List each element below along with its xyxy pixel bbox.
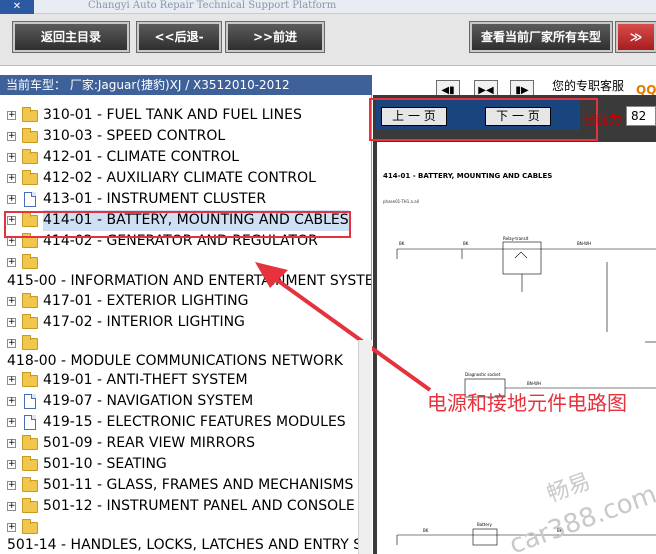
tree-item-label: 501-11 - GLASS, FRAMES AND MECHANISMS bbox=[43, 477, 354, 493]
tree-item[interactable]: +501-12 - INSTRUMENT PANEL AND CONSOLE bbox=[0, 496, 360, 517]
wire-bk-2: BK bbox=[463, 241, 469, 246]
folder-icon bbox=[22, 170, 38, 185]
folder-icon bbox=[22, 498, 38, 513]
expand-icon[interactable]: + bbox=[7, 174, 16, 183]
expand-icon[interactable]: + bbox=[7, 111, 16, 120]
tree-item-label: 501-09 - REAR VIEW MIRRORS bbox=[43, 435, 256, 451]
tree-item-label: 417-01 - EXTERIOR LIGHTING bbox=[43, 293, 249, 309]
back-button[interactable]: <<后退- bbox=[136, 21, 222, 53]
folder-icon bbox=[22, 435, 38, 450]
home-button[interactable]: 返回主目录 bbox=[12, 21, 130, 53]
tree-item-label: 419-15 - ELECTRONIC FEATURES MODULES bbox=[43, 414, 346, 430]
expand-icon[interactable]: + bbox=[7, 237, 16, 246]
expand-icon[interactable]: + bbox=[7, 153, 16, 162]
tree-item[interactable]: +310-03 - SPEED CONTROL bbox=[0, 126, 360, 147]
document-title: 414-01 - BATTERY, MOUNTING AND CABLES bbox=[383, 172, 553, 180]
relay-label: Relay-transit bbox=[503, 236, 529, 241]
tree-item-label: 419-01 - ANTI-THEFT SYSTEM bbox=[43, 372, 248, 388]
tree-item[interactable]: +412-01 - CLIMATE CONTROL bbox=[0, 147, 360, 168]
tree-item-label: 413-01 - INSTRUMENT CLUSTER bbox=[43, 191, 267, 207]
annotation-arrow-icon bbox=[255, 262, 432, 392]
tree-item-label: 417-02 - INTERIOR LIGHTING bbox=[43, 314, 245, 330]
highlight-box bbox=[4, 211, 351, 238]
tree-item[interactable]: +413-01 - INSTRUMENT CLUSTER bbox=[0, 189, 360, 210]
service-label: 您的专职客服 bbox=[552, 79, 625, 93]
folder-icon bbox=[22, 314, 38, 329]
expand-icon[interactable]: + bbox=[7, 132, 16, 141]
wire-bk-3: BK bbox=[423, 528, 429, 533]
expand-icon[interactable]: + bbox=[7, 460, 16, 469]
tree-item[interactable]: 501-14 - HANDLES, LOCKS, LATCHES AND ENT… bbox=[0, 535, 371, 554]
tree-item-label: 310-01 - FUEL TANK AND FUEL LINES bbox=[43, 107, 302, 123]
all-models-button[interactable]: 查看当前厂家所有车型 bbox=[469, 21, 613, 53]
folder-icon bbox=[22, 519, 38, 534]
expand-icon[interactable]: + bbox=[7, 397, 16, 406]
tree-item-label: 310-03 - SPEED CONTROL bbox=[43, 128, 226, 144]
expand-icon[interactable]: + bbox=[7, 439, 16, 448]
pager-highlight-box bbox=[369, 98, 598, 141]
current-model-bar: 当前车型： 厂家:Jaguar(捷豹)XJ / X3512010-2012 bbox=[0, 75, 372, 95]
folder-icon bbox=[22, 254, 38, 269]
folder-icon bbox=[22, 293, 38, 308]
tree-item[interactable]: +501-11 - GLASS, FRAMES AND MECHANISMS bbox=[0, 475, 360, 496]
platform-title: Changyi Auto Repair Technical Support Pl… bbox=[88, 0, 337, 11]
app-header: ✕ Changyi Auto Repair Technical Support … bbox=[0, 0, 656, 14]
folder-icon bbox=[22, 128, 38, 143]
expand-icon[interactable]: + bbox=[7, 502, 16, 511]
folder-icon bbox=[22, 372, 38, 387]
wire-bn-2: BN-WH bbox=[527, 381, 541, 386]
document-icon bbox=[24, 394, 36, 409]
document-icon bbox=[24, 192, 36, 207]
page-number-input[interactable]: 82 bbox=[626, 106, 656, 126]
more-button[interactable]: ≫ bbox=[615, 21, 656, 53]
annotation-text: 电源和接地元件电路图 bbox=[427, 391, 627, 415]
folder-icon bbox=[22, 335, 38, 350]
document-subtitle: phase01-TH1.a.all bbox=[383, 199, 419, 204]
tree-item[interactable]: +501-09 - REAR VIEW MIRRORS bbox=[0, 433, 360, 454]
tree-item-label: 501-10 - SEATING bbox=[43, 456, 167, 472]
document-icon bbox=[24, 415, 36, 430]
toolbar: 返回主目录 <<后退- >>前进 查看当前厂家所有车型 ≫ bbox=[0, 14, 656, 66]
expand-icon[interactable]: + bbox=[7, 418, 16, 427]
folder-icon bbox=[22, 456, 38, 471]
forward-button[interactable]: >>前进 bbox=[225, 21, 325, 53]
tree-item[interactable]: +419-15 - ELECTRONIC FEATURES MODULES bbox=[0, 412, 360, 433]
folder-icon bbox=[22, 107, 38, 122]
tree-item[interactable]: +412-02 - AUXILIARY CLIMATE CONTROL bbox=[0, 168, 360, 189]
expand-icon[interactable]: + bbox=[7, 523, 16, 532]
tree-item-label: 412-02 - AUXILIARY CLIMATE CONTROL bbox=[43, 170, 316, 186]
folder-icon bbox=[22, 149, 38, 164]
expand-icon[interactable]: + bbox=[7, 258, 16, 267]
expand-icon[interactable]: + bbox=[7, 339, 16, 348]
expand-icon[interactable]: + bbox=[7, 481, 16, 490]
tree-item-label: 501-12 - INSTRUMENT PANEL AND CONSOLE bbox=[43, 498, 355, 514]
expand-icon[interactable]: + bbox=[7, 297, 16, 306]
tree-scrollbar[interactable] bbox=[358, 340, 372, 554]
diag-label: Diagnostic socket bbox=[465, 372, 501, 377]
tree-item-label: 412-01 - CLIMATE CONTROL bbox=[43, 149, 240, 165]
battery-label: Battery bbox=[477, 522, 492, 527]
tree-item-label: 501-14 - HANDLES, LOCKS, LATCHES AND ENT… bbox=[7, 537, 371, 553]
expand-icon[interactable]: + bbox=[7, 318, 16, 327]
current-page-label: 当前为 bbox=[583, 113, 623, 128]
tree-item[interactable]: +310-01 - FUEL TANK AND FUEL LINES bbox=[0, 105, 360, 126]
tree-item[interactable]: +501-10 - SEATING bbox=[0, 454, 360, 475]
expand-icon[interactable]: + bbox=[7, 376, 16, 385]
folder-icon bbox=[22, 477, 38, 492]
expand-icon[interactable]: + bbox=[7, 195, 16, 204]
wire-bn-1: BN-WH bbox=[577, 241, 591, 246]
app-logo-icon: ✕ bbox=[0, 0, 34, 14]
tree-item-label: 419-07 - NAVIGATION SYSTEM bbox=[43, 393, 254, 409]
